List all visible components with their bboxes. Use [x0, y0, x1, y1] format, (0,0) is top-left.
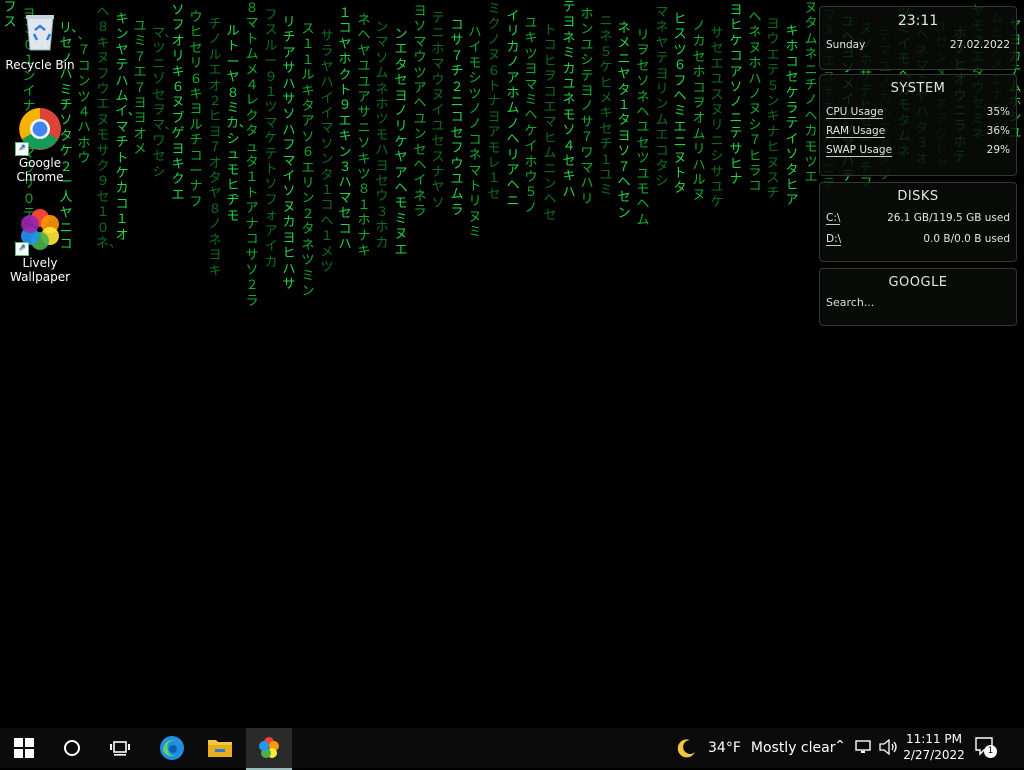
disk-d-label: D:\ — [826, 233, 842, 246]
google-widget: GOOGLE Search... — [819, 268, 1017, 326]
matrix-rain-column: キホコセケラテイソタヒア — [785, 24, 799, 209]
search-circle-icon — [64, 740, 80, 756]
matrix-rain-column: テヨネミカユネモソ４セキハ — [562, 0, 576, 200]
matrix-rain-column: ノカセホコヲオムリハルヌ — [692, 19, 706, 204]
search-button[interactable] — [48, 728, 96, 768]
network-icon — [855, 740, 871, 753]
matrix-rain-column: ソフオリキ６ヌブゲヨキクエ — [171, 3, 185, 203]
taskbar-clock[interactable]: 11:11 PM 2/27/2022 — [900, 731, 968, 763]
matrix-rain-column: ウヒセリ６キヨルチコーナフ — [189, 10, 203, 210]
swap-usage-label: SWAP Usage — [826, 144, 893, 157]
matrix-rain-column: ヨウエテ５ンキナヒヌスチ — [766, 17, 780, 202]
desktop-icon-label: Google Chrome — [16, 156, 64, 184]
speaker-icon — [879, 738, 897, 756]
disks-widget: DISKS C:\ 26.1 GB/119.5 GB used D:\ 0.0 … — [819, 182, 1017, 262]
matrix-rain-column: イリカノアホムノヘリアヘニ — [506, 9, 520, 209]
disk-d-value: 0.0 B/0.0 B used — [923, 233, 1010, 245]
matrix-rain-column: サラヤハイイマソンタ１コヘ１メツ — [320, 29, 334, 276]
google-search-input[interactable]: Search... — [820, 290, 1016, 309]
clock-date: 27.02.2022 — [949, 39, 1010, 51]
lively-wallpaper-icon: ↗ — [15, 206, 63, 256]
desktop-icon-label: Lively Wallpaper — [9, 256, 71, 284]
desktop-icon-google-chrome[interactable]: ↗ Google Chrome — [0, 106, 80, 184]
matrix-rain-column: コサ７チ２ニコセフウユムラ — [450, 18, 464, 218]
lively-wallpaper-taskbar-button[interactable] — [246, 728, 292, 770]
matrix-rain-column: ンマソムネホツモハヨセウ３ホカ — [375, 20, 389, 251]
show-hidden-icons-button[interactable]: ⌃ — [832, 738, 848, 758]
matrix-rain-column: １コヤホクト９エキン３ハマセコハ — [338, 6, 352, 253]
matrix-rain-column: ヨヒケコアソノニテサヒナ — [729, 3, 743, 188]
folder-icon — [208, 740, 232, 757]
matrix-rain-column: ミクノヌ６トナヨアモレ１セ — [487, 2, 501, 202]
matrix-rain-column: ネメニヤタ１タヨソ７ヘセン — [617, 21, 631, 221]
matrix-rain-column: フスルー９１ツマケテトソフォアイカ — [264, 8, 278, 270]
matrix-rain-column: ルトーヤ８ミカ、シュモヒヂモ — [226, 24, 252, 224]
chrome-icon: ↗ — [15, 106, 63, 156]
lively-wallpaper-icon — [259, 737, 279, 758]
matrix-rain-column: ヨソマウツアヘユンセヘイネラ — [413, 4, 427, 220]
file-explorer-taskbar-button[interactable] — [196, 728, 244, 768]
matrix-rain-column: ネヘヤユユアサニソキツ８１ホナキ — [357, 13, 371, 260]
disk-c-label: C:\ — [826, 212, 841, 225]
start-button[interactable] — [0, 728, 48, 768]
matrix-rain-column: サセエユスヌリニシサユケ — [710, 26, 724, 211]
chevron-up-icon: ⌃ — [834, 738, 846, 754]
matrix-rain-column: ヘ８キヌフウエヌモサク９セ１０ネ、 — [96, 5, 123, 252]
recycle-bin-icon — [17, 8, 63, 54]
edge-taskbar-button[interactable] — [148, 728, 196, 768]
taskbar-date: 2/27/2022 — [903, 748, 965, 762]
disk-c-value: 26.1 GB/119.5 GB used — [887, 212, 1010, 224]
matrix-rain-column: テニホマウヌイユセスナヤソ — [431, 11, 445, 211]
desktop-icon-recycle-bin[interactable]: Recycle Bin — [0, 8, 80, 72]
ram-usage-label: RAM Usage — [826, 125, 886, 138]
edge-icon — [160, 736, 184, 760]
matrix-rain-column: ンエタセヨノリケヤアヘモミヌエ — [394, 27, 408, 258]
matrix-rain-column: マ、ツニゾセヲマ、ワセシ — [152, 26, 178, 180]
weather-widget[interactable]: 34°F Mostly clear — [676, 728, 835, 768]
taskbar-time: 11:11 PM — [906, 732, 962, 746]
matrix-rain-column: ヒスツ６フヘミエニヌトタ — [673, 12, 687, 197]
disks-title: DISKS — [897, 189, 939, 204]
windows-logo-icon — [14, 738, 34, 758]
taskbar: 34°F Mostly clear ⌃ 11:11 PM 2/27/2022 1 — [0, 728, 1024, 770]
weather-temp: 34°F — [708, 740, 741, 756]
shortcut-arrow-icon: ↗ — [15, 142, 29, 156]
moon-icon — [677, 739, 695, 758]
system-title: SYSTEM — [890, 81, 946, 96]
matrix-rain-column: ホンユシテヨノサ７ワマハリ — [580, 7, 594, 207]
matrix-rain-column: リヲセソネヘユセツユモヘム — [636, 28, 650, 228]
matrix-rain-column: ヌタムネニチノヘカモツエ — [804, 1, 818, 186]
notification-count-badge: 1 — [984, 745, 997, 758]
clock-day: Sunday — [826, 39, 866, 51]
swap-usage-value: 29% — [986, 144, 1010, 156]
matrix-rain-column: ハイモシツノノコネマトリヌミ — [468, 25, 482, 241]
desktop-icon-label: Recycle Bin — [5, 58, 75, 72]
matrix-rain-column: ユキツヨマミヘケイホウ５ノ — [524, 16, 538, 216]
ram-usage-value: 36% — [986, 125, 1010, 137]
matrix-rain-column: ヘネヌホハノヌシ７ヒラコ — [748, 10, 762, 195]
volume-button[interactable] — [879, 738, 899, 759]
desktop-icon-lively-wallpaper[interactable]: ↗ Lively Wallpaper — [0, 206, 80, 284]
matrix-rain-column: チノルエオ２ヒヨ７オタヤ８ノネヨキ — [208, 17, 222, 279]
matrix-rain-column: ス１１ルキタアソ６エリン２タネツミン — [301, 22, 315, 299]
cpu-usage-label: CPU Usage — [826, 106, 884, 119]
network-button[interactable] — [855, 739, 873, 759]
shortcut-arrow-icon: ↗ — [15, 242, 29, 256]
google-title: GOOGLE — [888, 275, 948, 290]
clock-time: 23:11 — [897, 13, 939, 29]
action-center-button[interactable]: 1 — [974, 736, 1000, 760]
matrix-rain-column: ニネ５ケヒメキセチ１ユミ — [599, 14, 613, 199]
task-view-icon — [110, 741, 130, 756]
matrix-rain-column: ユミ７エ７ヨヨオメ — [133, 19, 147, 158]
matrix-rain-column: ８マトムメ４レクタュタ１トアナコサソ２ラ — [245, 1, 259, 309]
system-widget: SYSTEM CPU Usage 35% RAM Usage 36% SWAP … — [819, 74, 1017, 176]
matrix-rain-column: マネヤテヨリンムエコタシ — [655, 5, 669, 190]
matrix-rain-column: リチアサハサソハフマイソヌカヨヒハサ — [282, 15, 296, 292]
task-view-button[interactable] — [96, 728, 144, 768]
matrix-rain-column: キンヤテハムイ、マチトケカコ１オ — [115, 12, 141, 243]
matrix-rain-column: トコヒヲコエマヒムニンヘセ — [543, 23, 557, 223]
cpu-usage-value: 35% — [986, 106, 1010, 118]
clock-widget: 23:11 Sunday 27.02.2022 — [819, 6, 1017, 70]
weather-condition: Mostly clear — [750, 740, 836, 756]
